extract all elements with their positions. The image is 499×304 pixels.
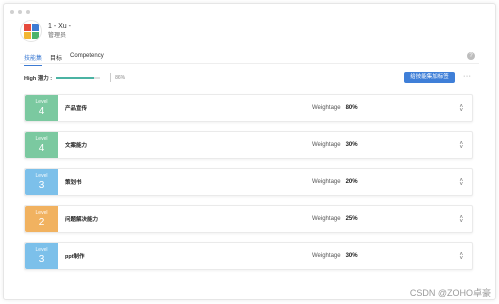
weightage-value: 30% [345,253,358,259]
profile-header: 1 - Xu - 管理员 [20,20,71,42]
avatar[interactable] [20,20,42,42]
skill-row[interactable]: Level 3 策划书 Weightage 20% ˄ ˅ [24,168,473,196]
level-badge: Level 2 [25,206,58,232]
level-value: 4 [38,143,45,154]
tab-skillset[interactable]: 技能集 [24,53,43,66]
skill-name: 策划书 [65,180,82,186]
weightage-value: 20% [345,179,358,185]
weightage-label: Weightage [312,253,341,259]
logo-tile [31,23,39,31]
tab-bar: 技能集 目标 Competency [24,53,104,66]
weightage: Weightage 80% [312,95,358,121]
expand-toggle-icon[interactable]: ˄ ˅ [459,215,463,225]
logo-icon [23,23,39,39]
window-dot-icon[interactable] [18,10,22,14]
level-badge: Level 3 [25,243,58,269]
skill-name: 产品宣传 [65,106,88,112]
weightage-value: 80% [345,105,358,111]
weightage-value: 25% [345,216,358,222]
help-icon[interactable]: ? [467,52,475,60]
level-label: Level [35,210,48,216]
expand-toggle-icon[interactable]: ˄ ˅ [459,178,463,188]
tab-competency[interactable]: Competency [70,53,104,66]
logo-tile [23,31,31,39]
skill-list: Level 4 产品宣传 Weightage 80% ˄ ˅ Level 4 文案… [24,94,473,279]
potential-score: High 潜力 : 86% [24,73,125,82]
expand-toggle-icon[interactable]: ˄ ˅ [459,252,463,262]
skill-name: 问题解决能力 [65,217,99,223]
skill-row[interactable]: Level 2 问题解决能力 Weightage 25% ˄ ˅ [24,205,473,233]
skill-name: ppt制作 [65,254,85,260]
skill-row[interactable]: Level 4 产品宣传 Weightage 80% ˄ ˅ [24,94,473,122]
level-value: 2 [38,217,45,228]
weightage: Weightage 25% [312,206,358,232]
level-label: Level [35,247,48,253]
level-badge: Level 4 [25,95,58,121]
skill-row[interactable]: Level 4 文案能力 Weightage 30% ˄ ˅ [24,131,473,159]
window-dot-icon[interactable] [10,10,14,14]
level-value: 3 [38,180,45,191]
skill-row[interactable]: Level 3 ppt制作 Weightage 30% ˄ ˅ [24,242,473,270]
watermark: CSDN @ZOHO卓豪 [409,288,491,298]
tab-goals[interactable]: 目标 [50,53,62,66]
profile-role: 管理员 [48,32,67,39]
potential-progress-bar [56,76,101,79]
level-label: Level [35,173,48,179]
expand-toggle-icon[interactable]: ˄ ˅ [459,104,463,114]
weightage: Weightage 20% [312,169,358,195]
progress-fill [56,76,94,79]
weightage: Weightage 30% [312,132,358,158]
level-label: Level [35,99,48,105]
window-controls [10,10,30,14]
potential-percent: 86% [115,74,126,81]
level-value: 3 [38,254,45,265]
tab-divider [20,63,479,64]
level-label: Level [35,136,48,142]
level-badge: Level 4 [25,132,58,158]
divider [110,73,112,82]
logo-tile [31,31,39,39]
weightage-label: Weightage [312,142,341,148]
weightage-label: Weightage [312,216,341,222]
more-options-icon[interactable]: ··· [463,72,472,81]
level-badge: Level 3 [25,169,58,195]
weightage-value: 30% [345,142,358,148]
logo-tile [23,23,31,31]
weightage-label: Weightage [312,105,341,111]
profile-name: 1 - Xu - [48,22,71,30]
potential-label: High 潜力 : [24,75,53,82]
weightage-label: Weightage [312,179,341,185]
window-dot-icon[interactable] [26,10,30,14]
add-skillset-tag-button[interactable]: 给技能集加标签 [404,72,455,83]
expand-toggle-icon[interactable]: ˄ ˅ [459,141,463,151]
level-value: 4 [38,106,45,117]
skill-name: 文案能力 [65,143,88,149]
weightage: Weightage 30% [312,243,358,269]
